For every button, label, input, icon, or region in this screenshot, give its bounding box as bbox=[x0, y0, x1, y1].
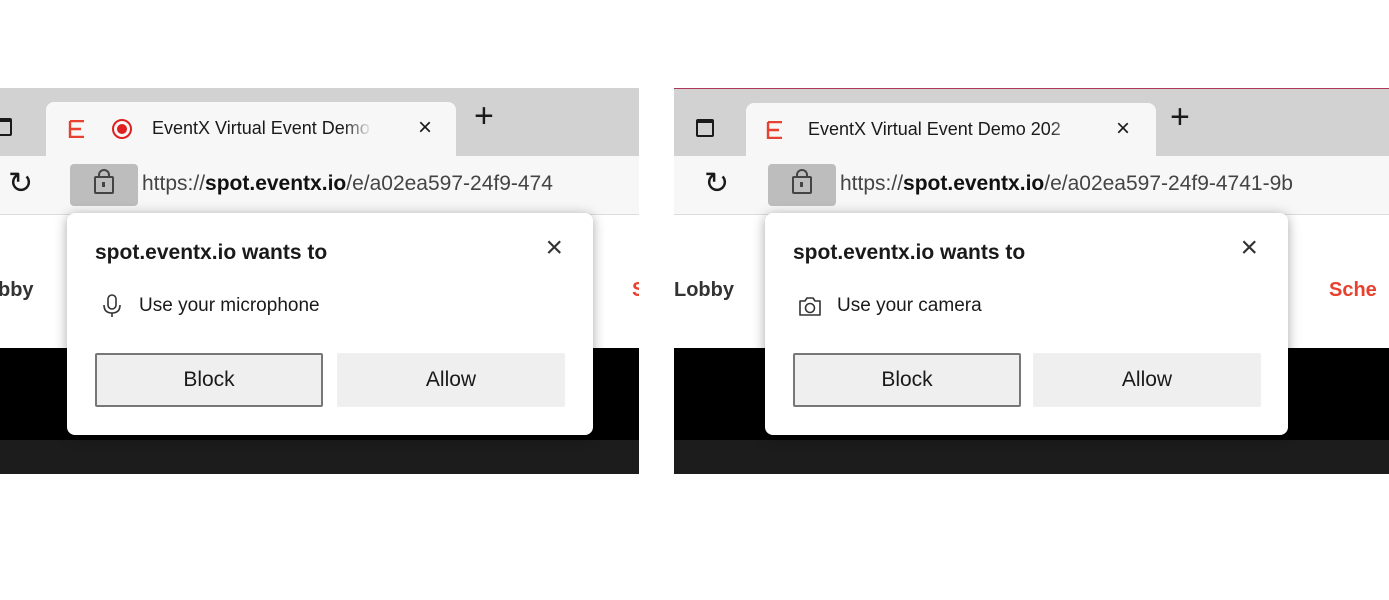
allow-button[interactable]: Allow bbox=[1033, 353, 1261, 407]
address-bar[interactable]: https://spot.eventx.io/e/a02ea597-24f9-4… bbox=[70, 164, 639, 206]
nav-schedule[interactable]: S bbox=[632, 279, 639, 302]
permission-prompt: spot.eventx.io wants to × Use your micro… bbox=[67, 213, 593, 435]
page-hero-bottom bbox=[674, 440, 1389, 474]
url-text[interactable]: https://spot.eventx.io/e/a02ea597-24f9-4… bbox=[142, 172, 553, 196]
nav-schedule[interactable]: Sche bbox=[1329, 279, 1377, 302]
tab-actions-button[interactable] bbox=[0, 118, 16, 140]
prompt-title: spot.eventx.io wants to bbox=[95, 241, 328, 264]
eventx-favicon-icon bbox=[68, 120, 84, 138]
block-button[interactable]: Block bbox=[95, 353, 323, 407]
tab-actions-icon bbox=[696, 119, 714, 137]
site-info-button[interactable] bbox=[70, 164, 138, 206]
tab-actions-button[interactable] bbox=[696, 119, 718, 141]
page-hero-bottom bbox=[0, 440, 639, 474]
microphone-icon bbox=[103, 294, 121, 317]
browser-window-microphone: EventX Virtual Event Demo × + ↻ https://… bbox=[0, 88, 639, 474]
permission-prompt: spot.eventx.io wants to × Use your camer… bbox=[765, 213, 1288, 435]
permission-text: Use your microphone bbox=[139, 295, 320, 316]
nav-lobby[interactable]: Lobby bbox=[674, 279, 734, 302]
eventx-favicon-icon bbox=[766, 121, 782, 139]
tab-strip: EventX Virtual Event Demo 202 × + bbox=[674, 88, 1389, 157]
reload-icon[interactable]: ↻ bbox=[704, 169, 729, 199]
tab-title: EventX Virtual Event Demo 202 bbox=[808, 119, 1078, 140]
block-button[interactable]: Block bbox=[793, 353, 1021, 407]
url-text[interactable]: https://spot.eventx.io/e/a02ea597-24f9-4… bbox=[840, 172, 1293, 196]
address-bar[interactable]: https://spot.eventx.io/e/a02ea597-24f9-4… bbox=[768, 164, 1389, 206]
nav-lobby[interactable]: bby bbox=[0, 279, 34, 302]
active-tab[interactable]: EventX Virtual Event Demo 202 × bbox=[746, 103, 1156, 157]
camera-icon bbox=[799, 297, 821, 316]
close-icon[interactable]: × bbox=[545, 233, 563, 263]
tab-title: EventX Virtual Event Demo bbox=[152, 118, 372, 139]
site-info-button[interactable] bbox=[768, 164, 836, 206]
tab-actions-icon bbox=[0, 118, 12, 136]
allow-button[interactable]: Allow bbox=[337, 353, 565, 407]
new-tab-button[interactable]: + bbox=[1170, 100, 1190, 134]
recording-indicator-icon bbox=[112, 119, 132, 139]
tab-close-icon[interactable]: × bbox=[1116, 117, 1130, 141]
toolbar: ↻ https://spot.eventx.io/e/a02ea597-24f9… bbox=[0, 156, 639, 214]
prompt-title: spot.eventx.io wants to bbox=[793, 241, 1026, 264]
tab-close-icon[interactable]: × bbox=[418, 116, 432, 140]
toolbar: ↻ https://spot.eventx.io/e/a02ea597-24f9… bbox=[674, 156, 1389, 214]
new-tab-button[interactable]: + bbox=[474, 99, 494, 133]
lock-icon bbox=[94, 169, 114, 194]
browser-window-camera: EventX Virtual Event Demo 202 × + ↻ http… bbox=[674, 88, 1389, 474]
lock-icon bbox=[792, 169, 812, 194]
permission-text: Use your camera bbox=[837, 295, 982, 316]
close-icon[interactable]: × bbox=[1240, 233, 1258, 263]
reload-icon[interactable]: ↻ bbox=[8, 169, 33, 199]
tab-strip: EventX Virtual Event Demo × + bbox=[0, 88, 639, 156]
active-tab[interactable]: EventX Virtual Event Demo × bbox=[46, 102, 456, 156]
